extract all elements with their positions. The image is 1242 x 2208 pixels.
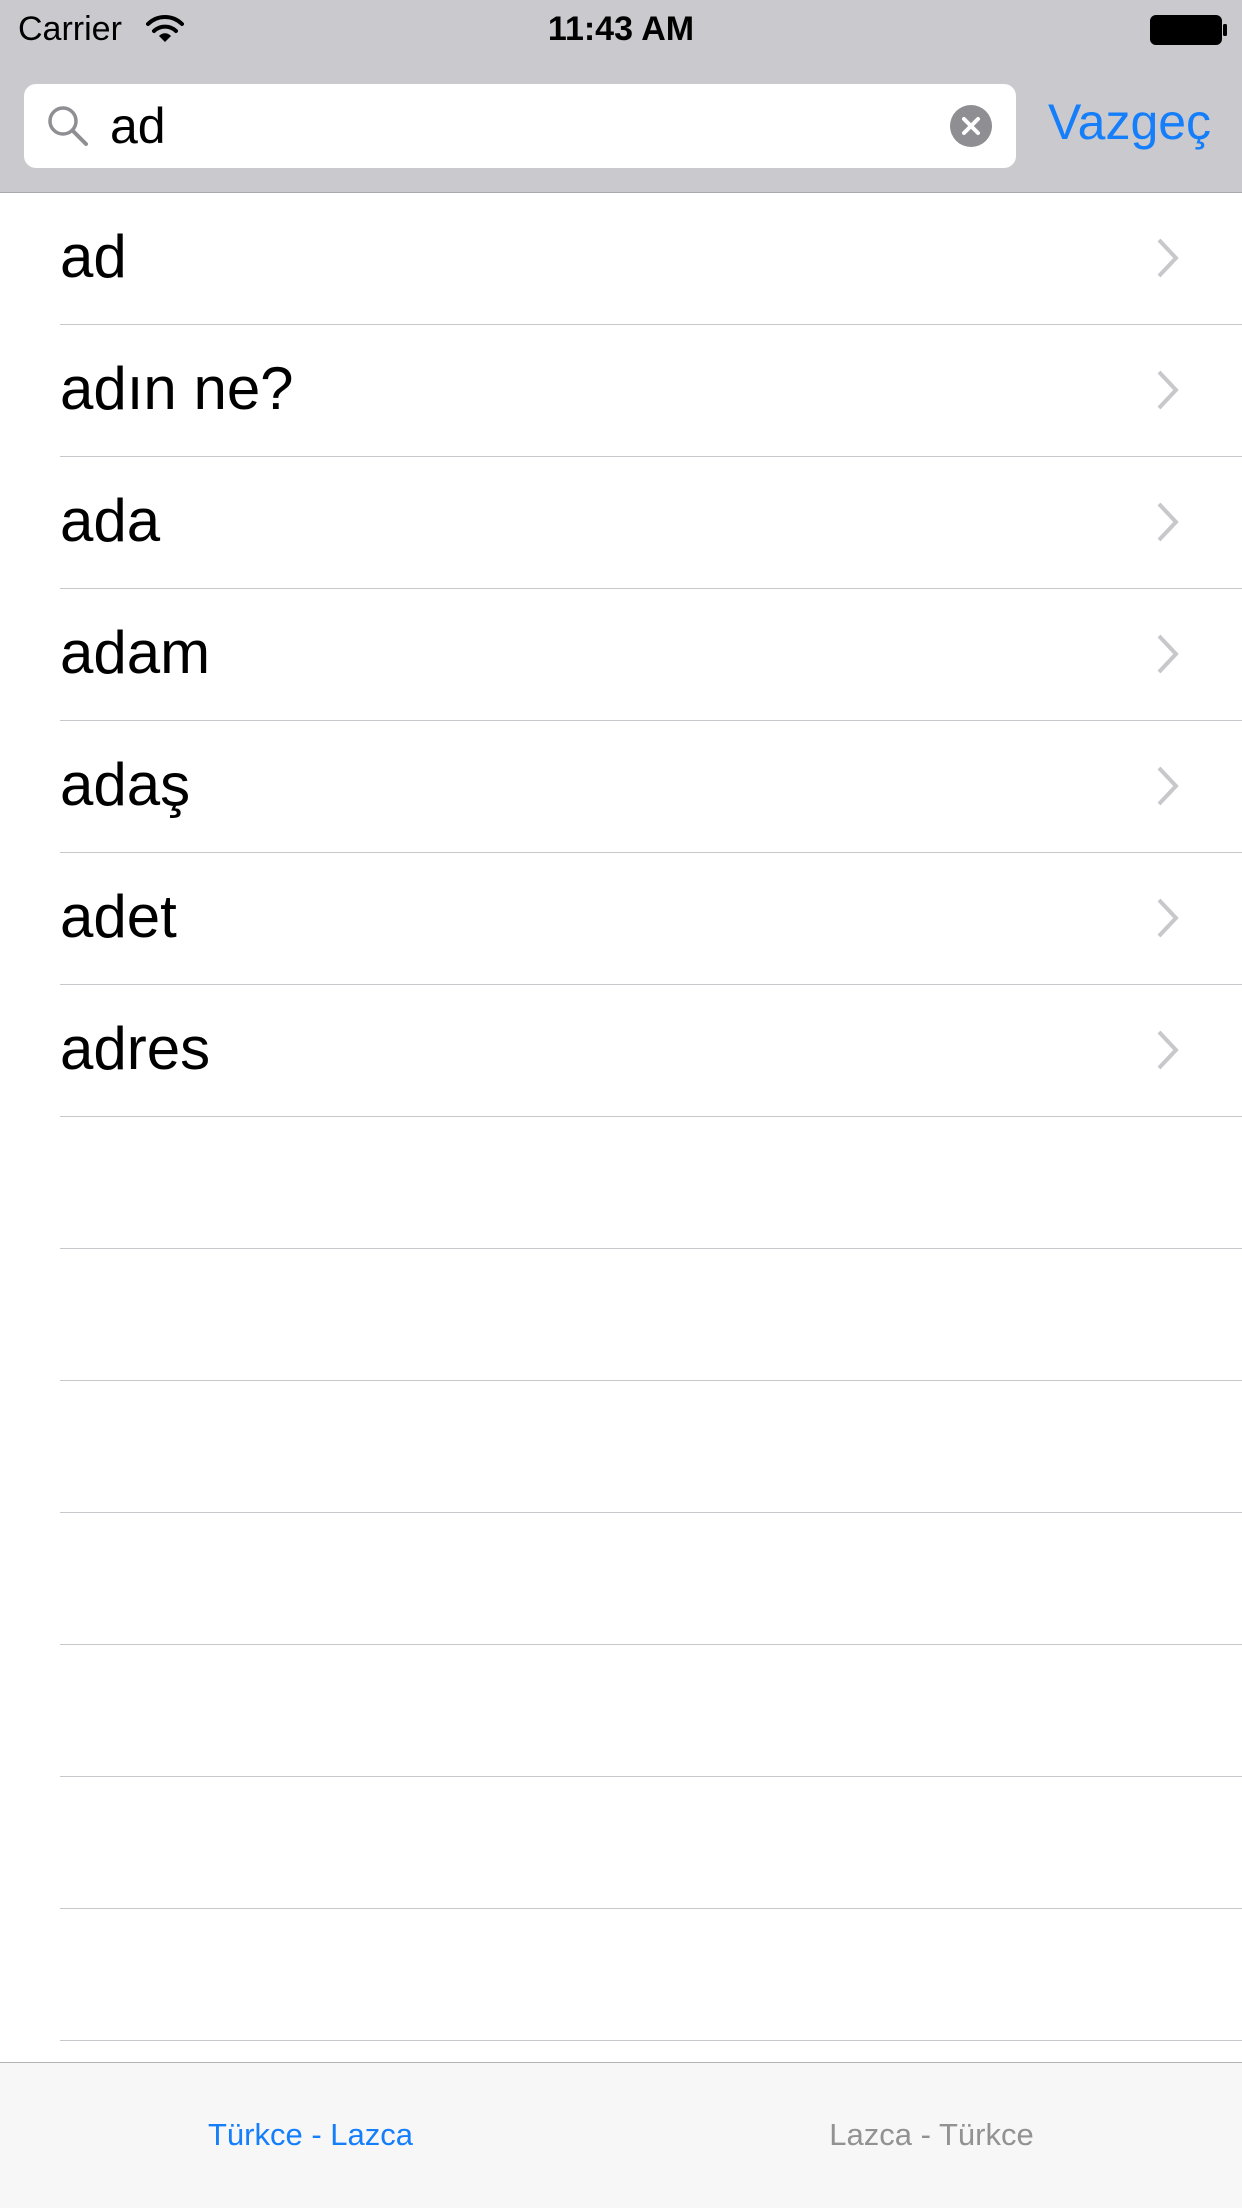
list-item[interactable]: adres xyxy=(0,985,1242,1117)
list-item-label: ad xyxy=(60,223,127,290)
screen: Carrier 11:43 AM ad Vazgeç ad adın ne? a… xyxy=(0,0,1242,2208)
list-item[interactable]: adaş xyxy=(0,721,1242,853)
list-item-label: adın ne? xyxy=(60,355,294,422)
chevron-right-icon xyxy=(1157,766,1179,806)
chevron-right-icon xyxy=(1157,634,1179,674)
chevron-right-icon xyxy=(1157,1030,1179,1070)
empty-row xyxy=(0,1777,1242,1909)
list-item[interactable]: adet xyxy=(0,853,1242,985)
list-item[interactable]: adam xyxy=(0,589,1242,721)
status-bar: Carrier 11:43 AM xyxy=(0,0,1242,60)
clear-icon[interactable] xyxy=(950,105,992,147)
empty-row xyxy=(0,1381,1242,1513)
chevron-right-icon xyxy=(1157,502,1179,542)
empty-row xyxy=(0,1513,1242,1645)
empty-row xyxy=(0,1909,1242,2041)
results-list: ad adın ne? ada adam adaş adet adres xyxy=(0,193,1242,2062)
list-item-label: adaş xyxy=(60,751,191,818)
empty-row xyxy=(0,1249,1242,1381)
list-item-label: adet xyxy=(60,883,177,950)
search-input[interactable]: ad xyxy=(24,84,1016,168)
chevron-right-icon xyxy=(1157,238,1179,278)
search-icon xyxy=(48,106,88,146)
search-query-text[interactable]: ad xyxy=(110,96,166,156)
tab-label: Türkce - Lazca xyxy=(207,2117,413,2152)
battery-icon xyxy=(1150,15,1227,45)
list-item-label: adam xyxy=(60,619,211,686)
empty-row xyxy=(0,1645,1242,1777)
cancel-button[interactable]: Vazgeç xyxy=(1048,90,1211,154)
chevron-right-icon xyxy=(1157,898,1179,938)
tab-lazca-turkce[interactable]: Lazca - Türkce xyxy=(621,2063,1242,2208)
list-item-label: adres xyxy=(60,1015,211,1082)
status-time: 11:43 AM xyxy=(547,10,695,48)
tab-bar: Türkce - Lazca Lazca - Türkce xyxy=(0,2062,1242,2208)
chevron-right-icon xyxy=(1157,370,1179,410)
tab-label: Lazca - Türkce xyxy=(829,2117,1034,2152)
empty-row xyxy=(0,1117,1242,1249)
tab-turkce-lazca[interactable]: Türkce - Lazca xyxy=(0,2063,621,2208)
list-item[interactable]: adın ne? xyxy=(0,325,1242,457)
list-item-label: ada xyxy=(60,487,161,554)
search-header: Carrier 11:43 AM ad Vazgeç xyxy=(0,0,1242,193)
list-item[interactable]: ad xyxy=(0,193,1242,325)
list-item[interactable]: ada xyxy=(0,457,1242,589)
